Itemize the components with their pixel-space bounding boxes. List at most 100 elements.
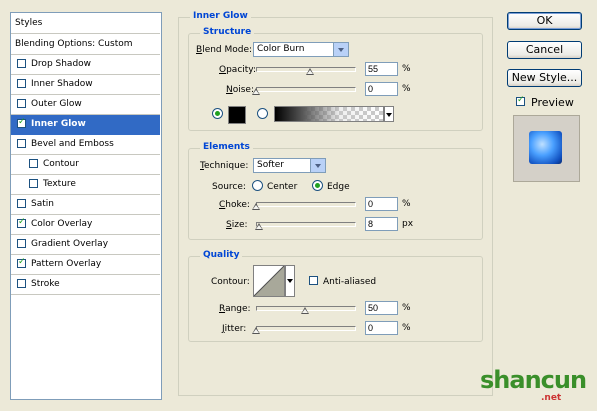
size-input[interactable] <box>365 217 398 231</box>
jitter-input[interactable] <box>365 321 398 335</box>
style-item-checkbox[interactable] <box>17 279 26 288</box>
source-center-radio[interactable] <box>252 180 263 191</box>
style-item-contour[interactable]: Contour <box>11 155 160 175</box>
style-item-label: Pattern Overlay <box>31 259 102 269</box>
choke-slider-track[interactable] <box>256 202 356 207</box>
blend-mode-select[interactable]: Color Burn <box>253 42 349 57</box>
size-slider-track[interactable] <box>256 222 356 227</box>
style-item-checkbox[interactable] <box>17 99 26 108</box>
noise-label: Noise: <box>226 85 254 95</box>
style-item-texture[interactable]: Texture <box>11 175 160 195</box>
anti-aliased-checkbox[interactable] <box>309 276 318 285</box>
style-item-checkbox[interactable] <box>29 179 38 188</box>
technique-label: Technique: <box>200 161 249 171</box>
size-label: Size: <box>226 220 248 230</box>
chevron-down-icon <box>310 159 325 172</box>
styles-header-label: Styles <box>15 18 43 28</box>
style-item-pattern-overlay[interactable]: Pattern Overlay <box>11 255 160 275</box>
source-label: Source: <box>212 182 246 192</box>
quality-title: Quality <box>200 250 243 260</box>
style-item-label: Satin <box>31 199 54 209</box>
watermark-suffix: .net <box>541 393 562 403</box>
jitter-label: Jitter: <box>222 324 247 334</box>
contour-curve-icon <box>254 266 284 296</box>
style-item-label: Texture <box>43 179 76 189</box>
gradient-dropdown-arrow[interactable] <box>384 106 394 122</box>
technique-value: Softer <box>257 160 284 170</box>
style-item-inner-shadow[interactable]: Inner Shadow <box>11 75 160 95</box>
style-item-label: Contour <box>43 159 79 169</box>
cancel-button[interactable]: Cancel <box>507 41 582 59</box>
technique-select[interactable]: Softer <box>253 158 326 173</box>
styles-header[interactable]: Styles <box>11 13 160 34</box>
preview-label[interactable]: Preview <box>531 96 574 109</box>
style-item-checkbox[interactable] <box>17 79 26 88</box>
noise-slider-track[interactable] <box>256 87 356 92</box>
preview-thumbnail <box>529 131 562 164</box>
style-item-inner-glow[interactable]: Inner Glow <box>11 115 160 135</box>
gradient-radio[interactable] <box>257 108 268 119</box>
range-label: Range: <box>219 304 251 314</box>
range-input[interactable] <box>365 301 398 315</box>
contour-picker[interactable] <box>253 265 285 297</box>
source-edge-label[interactable]: Edge <box>327 182 350 192</box>
style-item-color-overlay[interactable]: Color Overlay <box>11 215 160 235</box>
style-preview <box>513 115 580 182</box>
choke-input[interactable] <box>365 197 398 211</box>
source-edge-radio[interactable] <box>312 180 323 191</box>
style-item-checkbox[interactable] <box>17 217 26 228</box>
solid-color-radio[interactable] <box>212 108 223 119</box>
style-item-checkbox[interactable] <box>17 117 26 128</box>
noise-unit: % <box>402 84 411 94</box>
preview-checkbox[interactable] <box>516 95 525 106</box>
style-item-gradient-overlay[interactable]: Gradient Overlay <box>11 235 160 255</box>
style-item-label: Inner Glow <box>31 119 86 129</box>
opacity-input[interactable] <box>365 62 398 76</box>
style-item-label: Drop Shadow <box>31 59 92 69</box>
style-item-label: Color Overlay <box>31 219 93 229</box>
blending-options-item[interactable]: Blending Options: Custom <box>11 35 160 55</box>
anti-aliased-label[interactable]: Anti-aliased <box>323 277 376 287</box>
source-center-label[interactable]: Center <box>267 182 297 192</box>
size-slider-thumb[interactable] <box>255 223 264 230</box>
watermark-logo: shancun <box>480 366 587 394</box>
style-item-checkbox[interactable] <box>17 239 26 248</box>
style-item-stroke[interactable]: Stroke <box>11 275 160 295</box>
contour-label: Contour: <box>211 277 250 287</box>
style-item-bevel-and-emboss[interactable]: Bevel and Emboss <box>11 135 160 155</box>
opacity-label: Opacity: <box>219 65 257 75</box>
style-item-checkbox[interactable] <box>17 59 26 68</box>
elements-title: Elements <box>200 142 253 152</box>
contour-dropdown-arrow[interactable] <box>285 265 295 297</box>
choke-label: Choke: <box>219 200 250 210</box>
gradient-picker[interactable] <box>274 106 384 122</box>
style-item-checkbox[interactable] <box>17 139 26 148</box>
range-slider-thumb[interactable] <box>301 307 309 314</box>
noise-input[interactable] <box>365 82 398 96</box>
structure-title: Structure <box>200 27 255 37</box>
blend-mode-label: Blend Mode: <box>196 45 253 55</box>
style-item-checkbox[interactable] <box>17 199 26 208</box>
jitter-slider-track[interactable] <box>256 326 356 331</box>
noise-slider-thumb[interactable] <box>252 88 260 95</box>
chevron-down-icon <box>333 43 348 56</box>
new-style-button[interactable]: New Style... <box>507 69 582 87</box>
style-item-drop-shadow[interactable]: Drop Shadow <box>11 55 160 75</box>
choke-slider-thumb[interactable] <box>252 203 260 210</box>
style-item-checkbox[interactable] <box>17 257 26 268</box>
size-unit: px <box>402 219 414 229</box>
style-item-label: Bevel and Emboss <box>31 139 114 149</box>
style-item-label: Outer Glow <box>31 99 82 109</box>
blending-options-label: Blending Options: Custom <box>15 39 133 49</box>
style-item-checkbox[interactable] <box>29 159 38 168</box>
opacity-unit: % <box>402 64 411 74</box>
style-item-outer-glow[interactable]: Outer Glow <box>11 95 160 115</box>
styles-list-panel: Styles Blending Options: Custom Drop Sha… <box>10 12 162 400</box>
jitter-unit: % <box>402 323 411 333</box>
style-item-label: Gradient Overlay <box>31 239 109 249</box>
ok-button[interactable]: OK <box>507 12 582 30</box>
glow-color-swatch[interactable] <box>228 106 246 124</box>
jitter-slider-thumb[interactable] <box>252 327 260 334</box>
opacity-slider-thumb[interactable] <box>305 68 314 75</box>
style-item-satin[interactable]: Satin <box>11 195 160 215</box>
